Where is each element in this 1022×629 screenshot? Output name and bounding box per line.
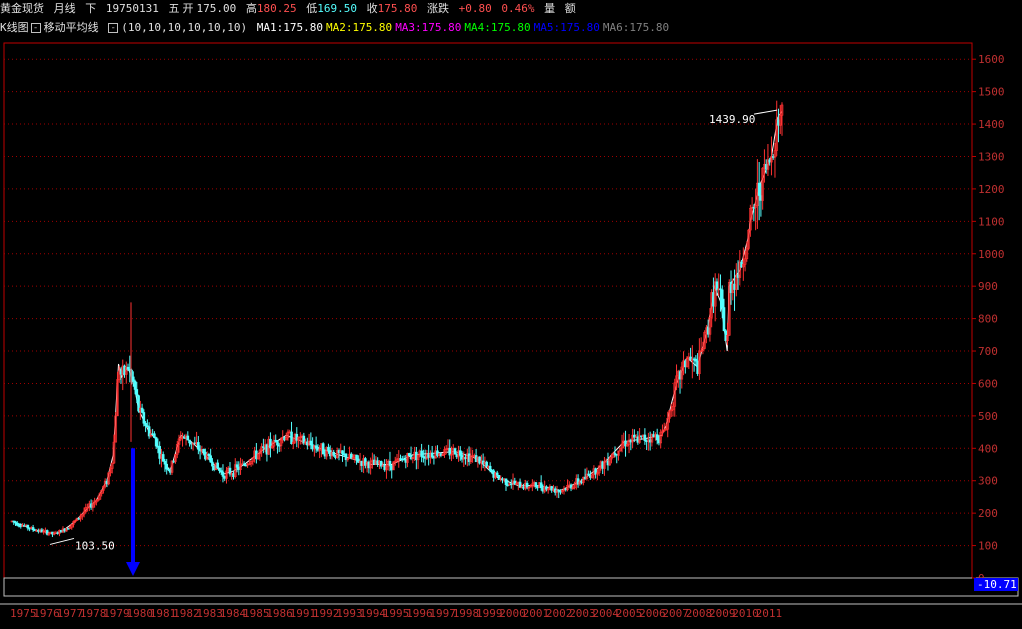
candle-body [163, 461, 167, 465]
price-chart[interactable]: 0100200300400500600700800900100011001200… [0, 0, 1022, 629]
candle-body [142, 412, 146, 424]
candle-body [720, 289, 724, 308]
candle-body [140, 407, 144, 413]
candle-body [327, 447, 330, 451]
candle-body [453, 448, 457, 455]
candle-body [31, 527, 35, 531]
candle-body [186, 435, 190, 441]
y-tick-label: 600 [978, 377, 998, 390]
candle-body [153, 433, 156, 438]
candle-body [408, 453, 411, 457]
candle-body [458, 450, 462, 456]
candle-body [197, 442, 200, 450]
high-annotation: 1439.90 [709, 113, 755, 126]
candle-body [355, 454, 358, 460]
candle-body [309, 440, 313, 446]
high-pointer [753, 109, 778, 115]
y-tick-label: 900 [978, 280, 998, 293]
candle-body [165, 463, 169, 470]
candle-body [321, 443, 325, 455]
candle-body [722, 307, 726, 332]
candle-body [525, 482, 529, 488]
candle-body [341, 450, 344, 455]
candle-body [332, 451, 336, 456]
candle-body [643, 434, 647, 441]
candle-body [216, 462, 219, 469]
candle-body [504, 478, 508, 485]
candle-body [221, 471, 225, 477]
candle-body [161, 454, 165, 462]
y-tick-label: 1000 [978, 248, 1005, 261]
y-tick-label: 1400 [978, 118, 1005, 131]
y-tick-label: 1100 [978, 215, 1005, 228]
ma-line [11, 110, 783, 535]
y-tick-label: 1200 [978, 183, 1005, 196]
candle-body [694, 358, 698, 362]
candle-body [539, 482, 543, 488]
y-tick-label: 300 [978, 475, 998, 488]
low-pointer [49, 537, 75, 545]
candle-body [228, 467, 232, 475]
candle-body [202, 448, 205, 453]
candle-body [655, 434, 659, 441]
candle-body [757, 182, 761, 196]
arrow-down-icon [126, 562, 140, 576]
y-tick-label: 1600 [978, 53, 1005, 66]
candle-body [188, 439, 191, 444]
candle-body [26, 524, 30, 529]
candle-body [495, 472, 499, 476]
candle-body [218, 467, 221, 471]
candle-body [314, 445, 318, 449]
candle-body [235, 464, 239, 468]
candle-body [135, 389, 139, 396]
y-tick-label: 700 [978, 345, 998, 358]
candle-body [534, 482, 538, 487]
candle-body [144, 422, 147, 427]
y-tick-label: 100 [978, 540, 998, 553]
candle-body [211, 461, 214, 467]
candle-body [133, 380, 137, 390]
indicator-value: -10.71 [977, 578, 1017, 591]
candle-body [420, 450, 423, 457]
candle-body [154, 437, 158, 447]
candle-body [276, 441, 279, 446]
y-tick-label: 200 [978, 507, 998, 520]
candle-body [132, 376, 135, 382]
candle-body [15, 522, 19, 526]
plot-frame [3, 42, 973, 579]
candle-body [388, 461, 392, 466]
candle-body [209, 455, 212, 463]
y-tick-label: 500 [978, 410, 998, 423]
x-tick-label: 2011 [756, 607, 783, 620]
candle-body [430, 452, 434, 458]
y-tick-label: 1500 [978, 86, 1005, 99]
y-tick-label: 1300 [978, 150, 1005, 163]
candle-body [488, 465, 492, 471]
y-tick-label: 800 [978, 313, 998, 326]
low-annotation: 103.50 [75, 539, 115, 552]
candle-body [126, 366, 130, 370]
y-tick-label: 400 [978, 442, 998, 455]
indicator-pane [3, 577, 1019, 597]
